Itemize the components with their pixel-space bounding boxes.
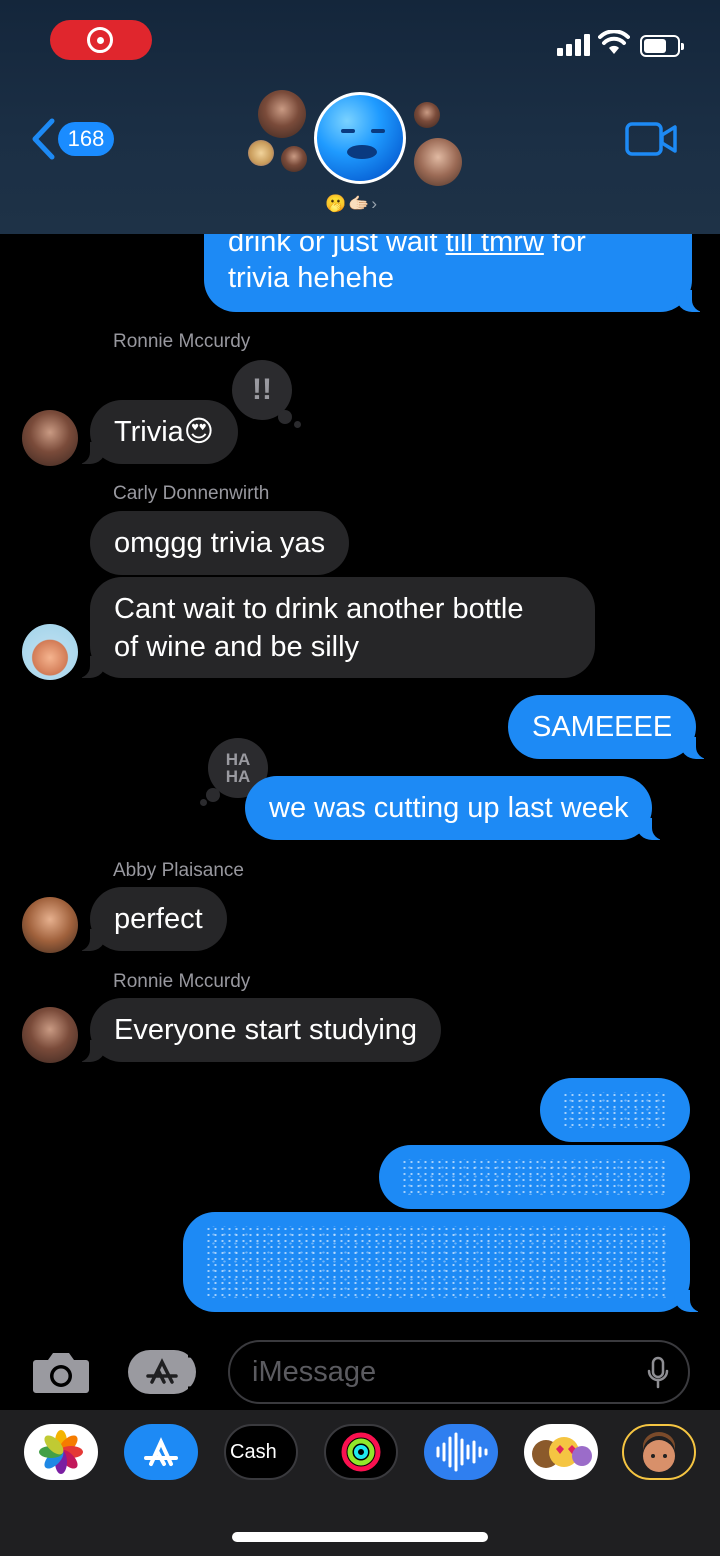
sender-name: Ronnie Mccurdy (113, 971, 251, 992)
microphone-icon[interactable] (646, 1356, 670, 1390)
audio-message-app-icon[interactable] (424, 1424, 498, 1480)
sender-avatar (22, 624, 78, 680)
sender-name: Ronnie Mccurdy (113, 331, 251, 352)
activity-app-icon[interactable] (324, 1424, 398, 1480)
invisible-ink-message[interactable] (540, 1078, 690, 1142)
message-text: of wine and be silly (114, 631, 360, 663)
invisible-ink-message[interactable] (379, 1145, 690, 1209)
message-bubble-incoming[interactable]: Trivia😍 (71, 400, 239, 464)
animoji-app-icon[interactable] (524, 1424, 598, 1480)
message-bubble-outgoing[interactable]: we was cutting up last week (245, 776, 671, 840)
sender-name: Abby Plaisance (113, 860, 244, 881)
group-name-emoji[interactable]: 🫢🫱🏻› (325, 194, 379, 214)
app-store-icon[interactable] (128, 1350, 206, 1394)
group-member-avatar (258, 90, 306, 138)
memoji-app-icon[interactable] (622, 1424, 696, 1480)
message-bubble-incoming[interactable]: perfect (72, 887, 227, 951)
apple-cash-app-icon[interactable]: Cash (224, 1424, 298, 1480)
sender-name: Carly Donnenwirth (113, 483, 270, 504)
conversation-header: 168 🫢🫱🏻› (0, 0, 720, 234)
battery-icon (640, 35, 684, 57)
video-camera-icon[interactable] (625, 122, 677, 156)
unread-count-badge[interactable]: 168 (58, 122, 114, 156)
group-member-avatar (248, 140, 274, 166)
message-text: Cant wait to drink another bottle (114, 593, 524, 625)
screen-recording-indicator[interactable] (50, 20, 152, 60)
message-input-placeholder: iMessage (252, 1356, 377, 1388)
group-photo-avatar[interactable] (314, 92, 406, 184)
chevron-left-icon[interactable] (30, 118, 56, 160)
app-store-app-icon[interactable] (124, 1424, 198, 1480)
home-indicator[interactable] (232, 1532, 488, 1542)
group-member-avatar (414, 102, 440, 128)
sender-avatar (22, 410, 78, 466)
group-member-avatar (281, 146, 307, 172)
wifi-icon (598, 30, 630, 54)
message-text: trivia hehehe (228, 262, 395, 294)
sender-avatar (22, 897, 78, 953)
cellular-signal-icon (557, 34, 593, 56)
message-bubble-incoming[interactable]: Cant wait to drink another bottle of win… (72, 577, 595, 678)
sender-avatar (22, 1007, 78, 1063)
record-icon (87, 27, 113, 53)
message-bubble-outgoing[interactable]: SAMEEEE (508, 695, 715, 759)
message-bubble-incoming[interactable]: omggg trivia yas (90, 511, 350, 575)
message-input[interactable]: iMessage (228, 1340, 690, 1404)
photos-app-icon[interactable] (24, 1424, 98, 1480)
invisible-ink-message[interactable] (183, 1212, 708, 1312)
camera-icon[interactable] (32, 1350, 90, 1394)
message-bubble-incoming[interactable]: Everyone start studying (71, 998, 442, 1062)
emphasize-tapback-icon[interactable]: !! (232, 360, 301, 428)
group-member-avatar (414, 138, 462, 186)
